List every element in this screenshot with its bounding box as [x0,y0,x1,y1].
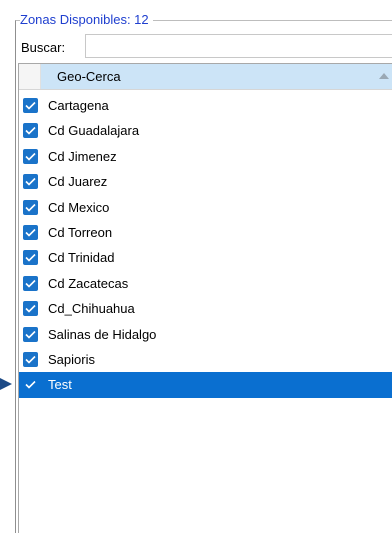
list-rows: Cartagena Cd Guadalajara Cd Jimenez Cd Juar… [19,93,392,398]
checkbox-checked-icon[interactable] [23,148,38,164]
checkbox-checked-icon[interactable] [23,123,38,139]
header-check-column[interactable] [19,64,41,89]
list-item[interactable]: Cd Trinidad [19,245,392,270]
list-item[interactable]: Salinas de Hidalgo [19,322,392,347]
list-item-label: Test [48,377,72,393]
checkbox-checked-icon[interactable] [23,98,38,113]
zones-panel: Zonas Disponibles: 12 Buscar: Geo-Cerca … [0,0,392,533]
list-item-label: Cd Jimenez [48,148,117,164]
list-item[interactable]: Cd Zacatecas [19,271,392,296]
checkbox-checked-icon[interactable] [23,174,38,190]
search-row: Buscar: [21,36,83,58]
column-header-geocerca[interactable]: Geo-Cerca [41,64,392,89]
list-item-label: Cd Zacatecas [48,275,129,291]
list-item-label: Cd Guadalajara [48,123,140,139]
list-item-label: Cd_Chihuahua [48,301,135,317]
list-item[interactable]: Cd Mexico [19,195,392,220]
checkbox-checked-icon[interactable] [23,301,38,317]
list-item[interactable]: Sapioris [19,347,392,372]
list-item[interactable]: Cd Torreon [19,220,392,245]
list-item-label: Cd Mexico [48,199,110,215]
checkbox-checked-icon[interactable] [23,377,38,392]
sort-ascending-icon [379,73,389,79]
list-item-label: Salinas de Hidalgo [48,326,157,342]
list-item-label: Cartagena [48,98,109,113]
checkbox-checked-icon[interactable] [23,199,38,215]
zones-list: Geo-Cerca Cartagena Cd Guadalajara Cd Jime… [18,63,392,533]
pointer-arrow-icon [0,378,12,390]
list-item[interactable]: Cartagena [19,93,392,118]
checkbox-checked-icon[interactable] [23,224,38,240]
search-input[interactable] [85,34,392,58]
list-item-label: Cd Torreon [48,224,113,240]
list-item-label: Cd Juarez [48,174,108,190]
list-item[interactable]: Cd Guadalajara [19,118,392,143]
search-label: Buscar: [21,39,66,55]
checkbox-checked-icon[interactable] [23,326,38,342]
checkbox-checked-icon[interactable] [23,351,38,367]
list-item[interactable]: Test [19,372,392,398]
group-legend: Zonas Disponibles: 12 [20,11,153,29]
checkbox-checked-icon[interactable] [23,275,38,291]
list-item-label: Cd Trinidad [48,250,115,266]
list-item[interactable]: Cd_Chihuahua [19,296,392,321]
list-item-label: Sapioris [48,351,95,367]
list-item[interactable]: Cd Juarez [19,169,392,194]
list-header: Geo-Cerca [19,64,392,90]
column-header-label: Geo-Cerca [57,69,121,84]
list-item[interactable]: Cd Jimenez [19,144,392,169]
checkbox-checked-icon[interactable] [23,250,38,266]
